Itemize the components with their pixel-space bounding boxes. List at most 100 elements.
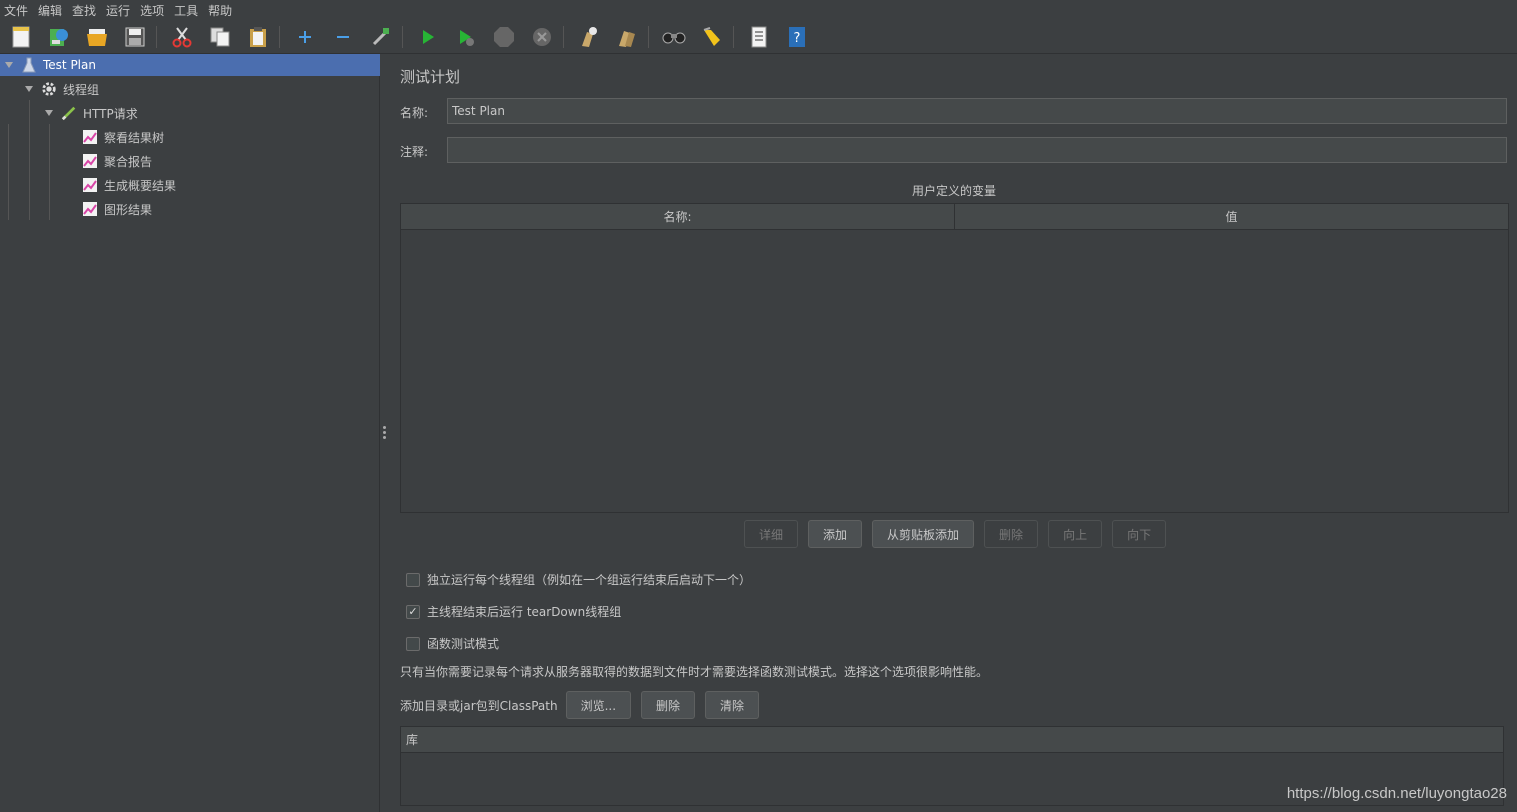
name-input[interactable]	[447, 98, 1507, 124]
search-icon	[662, 32, 686, 43]
serialize-checkbox[interactable]	[406, 572, 420, 587]
expand-button[interactable]	[292, 24, 318, 50]
listener-graph-icon	[82, 153, 98, 169]
clear-all-button[interactable]	[614, 24, 640, 50]
watermark: https://blog.csdn.net/luyongtao28	[1286, 785, 1507, 802]
start-button[interactable]	[415, 24, 441, 50]
drag-handle-icon[interactable]	[383, 426, 386, 441]
tree-node-summary-report[interactable]: 生成概要结果	[82, 174, 176, 196]
sampler-pen-icon	[61, 105, 77, 121]
toolbar-separator	[563, 25, 564, 48]
collapse-button[interactable]	[330, 24, 356, 50]
toolbar-separator	[733, 25, 734, 48]
comment-input[interactable]	[447, 137, 1507, 163]
tree-node-test-plan[interactable]: Test Plan	[0, 54, 380, 76]
tree-node-label: 线程组	[63, 82, 100, 97]
cut-button[interactable]	[169, 24, 195, 50]
collapse-icon	[337, 35, 349, 38]
menu-bar: 文件 编辑 查找 运行 选项 工具 帮助	[0, 0, 1517, 20]
stop-icon	[494, 26, 514, 47]
user-variables-caption: 用户定义的变量	[911, 184, 996, 198]
listener-graph-icon	[82, 129, 98, 145]
copy-button[interactable]	[207, 24, 233, 50]
toggle-button[interactable]	[368, 24, 394, 50]
delete-button[interactable]: 删除	[984, 520, 1039, 548]
functional-checkbox[interactable]	[406, 636, 420, 651]
help-icon: ?	[789, 26, 805, 47]
teardown-label: 主线程结束后运行 tearDown线程组	[427, 605, 622, 619]
copy-icon	[210, 27, 230, 46]
variables-button-row: 详细 添加 从剪贴板添加 删除 向上 向下	[744, 520, 1176, 548]
functional-label: 函数测试模式	[427, 637, 500, 651]
start-icon	[423, 29, 434, 44]
tree-node-thread-group[interactable]: 线程组	[25, 78, 99, 100]
templates-button[interactable]	[46, 24, 72, 50]
tree-node-label: 聚合报告	[104, 154, 153, 169]
function-helper-button[interactable]	[746, 24, 772, 50]
open-button[interactable]	[84, 24, 110, 50]
paste-button[interactable]	[245, 24, 271, 50]
functional-mode-option[interactable]: 函数测试模式	[406, 635, 499, 652]
test-plan-tree: Test Plan 线程组 HTTP请求 察看结果树 聚合报告 生成概要结果 图…	[0, 54, 380, 812]
reset-search-button[interactable]	[699, 24, 725, 50]
tree-node-aggregate-report[interactable]: 聚合报告	[82, 150, 152, 172]
clear-button[interactable]	[576, 24, 602, 50]
tree-node-label: Test Plan	[43, 58, 96, 72]
gear-icon	[41, 81, 57, 97]
tree-node-http-request[interactable]: HTTP请求	[45, 102, 138, 124]
function-helper-icon	[751, 26, 767, 47]
add-button[interactable]: 添加	[808, 520, 863, 548]
menu-edit[interactable]: 编辑	[38, 2, 62, 19]
search-button[interactable]	[661, 24, 687, 50]
menu-tools[interactable]: 工具	[174, 2, 198, 19]
serialize-thread-groups-option[interactable]: 独立运行每个线程组（例如在一个组运行结束后启动下一个）	[406, 571, 751, 588]
save-icon	[125, 27, 145, 46]
serialize-label: 独立运行每个线程组（例如在一个组运行结束后启动下一个）	[427, 573, 752, 587]
expand-arrow-icon[interactable]	[45, 110, 53, 116]
menu-file[interactable]: 文件	[4, 2, 28, 19]
column-header-value[interactable]: 值	[955, 204, 1508, 229]
classpath-clear-button[interactable]: 清除	[705, 691, 760, 719]
column-header-name[interactable]: 名称:	[401, 204, 955, 229]
tree-node-graph-results[interactable]: 图形结果	[82, 198, 152, 220]
menu-options[interactable]: 选项	[140, 2, 164, 19]
menu-help[interactable]: 帮助	[208, 2, 232, 19]
save-button[interactable]	[122, 24, 148, 50]
toolbar-separator	[279, 25, 280, 48]
classpath-delete-button[interactable]: 删除	[641, 691, 696, 719]
new-button[interactable]	[8, 24, 34, 50]
table-header: 名称: 值	[401, 204, 1508, 230]
cut-icon	[172, 26, 192, 47]
clear-icon	[582, 26, 597, 47]
paste-icon	[250, 26, 266, 47]
add-from-clipboard-button[interactable]: 从剪贴板添加	[872, 520, 975, 548]
move-down-button[interactable]: 向下	[1112, 520, 1167, 548]
expand-arrow-icon[interactable]	[5, 62, 13, 68]
menu-search[interactable]: 查找	[72, 2, 96, 19]
expand-arrow-icon[interactable]	[25, 86, 33, 92]
shutdown-button[interactable]	[529, 24, 555, 50]
detail-button[interactable]: 详细	[744, 520, 799, 548]
teardown-checkbox[interactable]: ✓	[406, 604, 420, 619]
reset-search-icon	[703, 26, 720, 46]
tree-guide-line	[49, 124, 50, 220]
browse-button[interactable]: 浏览...	[565, 691, 632, 719]
tree-guide-line	[8, 124, 9, 220]
tree-node-view-results-tree[interactable]: 察看结果树	[82, 126, 164, 148]
help-button[interactable]: ?	[784, 24, 810, 50]
menu-run[interactable]: 运行	[106, 2, 130, 19]
templates-icon	[50, 28, 68, 46]
stop-button[interactable]	[491, 24, 517, 50]
open-icon	[87, 28, 107, 46]
split-pane-divider[interactable]	[380, 54, 390, 812]
user-variables-table[interactable]: 名称: 值	[400, 203, 1509, 513]
test-plan-editor: 测试计划 名称: 注释: 用户定义的变量 名称: 值 详细 添加 从剪贴板添加 …	[390, 54, 1517, 812]
classpath-row: 添加目录或jar包到ClassPath 浏览... 删除 清除	[400, 691, 769, 719]
move-up-button[interactable]: 向上	[1048, 520, 1103, 548]
name-label: 名称:	[400, 106, 429, 120]
column-header-library[interactable]: 库	[401, 727, 1503, 753]
listener-graph-icon	[82, 177, 98, 193]
start-no-pause-button[interactable]	[453, 24, 479, 50]
teardown-option[interactable]: ✓ 主线程结束后运行 tearDown线程组	[406, 603, 621, 620]
expand-icon	[299, 30, 311, 43]
